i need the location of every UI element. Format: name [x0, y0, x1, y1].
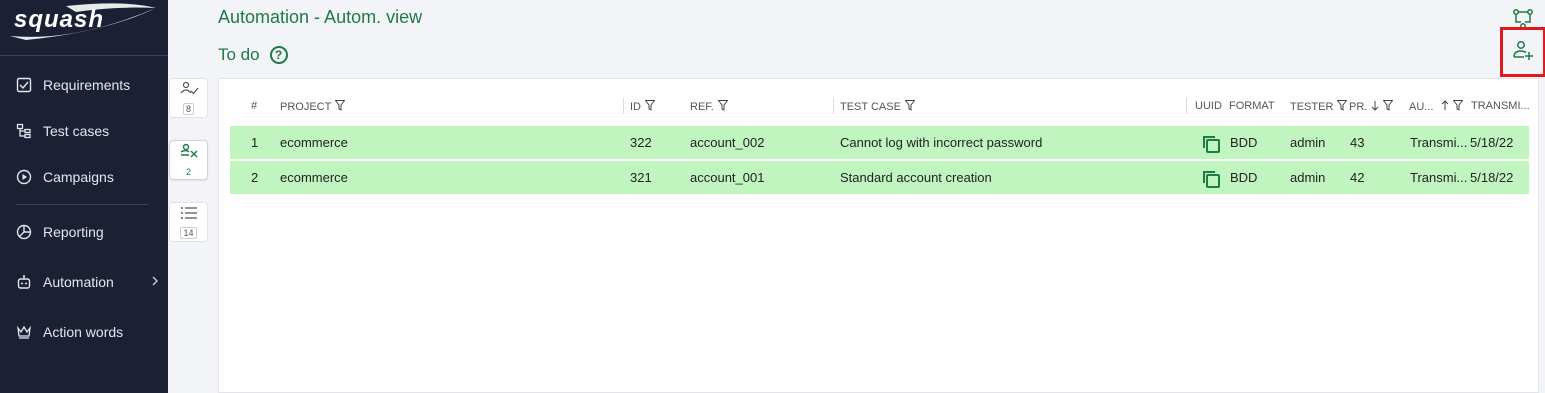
- list-icon: [180, 205, 198, 226]
- help-glyph: ?: [274, 48, 283, 62]
- header-label: PROJECT: [280, 101, 332, 113]
- sidebar-item-requirements[interactable]: Requirements: [0, 68, 168, 102]
- chevron-right-icon: [150, 274, 160, 291]
- tab-assigned-to-me[interactable]: 8: [169, 78, 208, 118]
- section-title: To do ?: [218, 45, 288, 65]
- cell-status: Transmi...: [1410, 135, 1468, 150]
- header-uuid[interactable]: UUID: [1195, 100, 1222, 112]
- column-divider[interactable]: [833, 98, 834, 114]
- play-circle-icon: [15, 168, 33, 186]
- filter-icon[interactable]: [644, 100, 656, 114]
- column-divider[interactable]: [623, 98, 624, 114]
- sidebar-item-automation[interactable]: Automation: [0, 265, 168, 299]
- sort-up-icon[interactable]: [1441, 100, 1449, 114]
- filter-icon[interactable]: [1382, 100, 1394, 114]
- header-format[interactable]: FORMAT: [1229, 100, 1275, 112]
- sidebar-item-label: Action words: [43, 324, 124, 340]
- header-label: REF.: [690, 101, 714, 113]
- sidebar-divider: [0, 55, 168, 56]
- cell-status: Transmi...: [1410, 170, 1468, 185]
- cell-date: 5/18/22: [1470, 135, 1514, 150]
- column-divider[interactable]: [1186, 98, 1187, 114]
- header-label: AU...: [1409, 101, 1434, 113]
- user-plus-icon: [1512, 39, 1534, 66]
- sidebar-item-label: Requirements: [43, 77, 131, 93]
- cell-ref: account_002: [690, 135, 765, 150]
- sidebar-item-reporting[interactable]: Reporting: [0, 215, 168, 249]
- header-priority[interactable]: PR.: [1349, 100, 1394, 114]
- header-num: #: [251, 100, 258, 112]
- cell-tester: admin: [1290, 170, 1326, 185]
- sidebar-divider: [16, 204, 148, 205]
- page-title: Automation - Autom. view: [218, 7, 423, 27]
- tab-count: 8: [182, 103, 194, 115]
- cell-priority: 42: [1350, 170, 1365, 185]
- table-row[interactable]: 2 ecommerce 321 account_001 Standard acc…: [230, 161, 1529, 194]
- filter-icon[interactable]: [334, 100, 346, 114]
- tab-global-view[interactable]: 14: [169, 202, 208, 242]
- cell-project: ecommerce: [280, 135, 348, 150]
- copy-icon[interactable]: [1201, 133, 1221, 153]
- header-project[interactable]: PROJECT: [280, 100, 346, 114]
- header-label: ID: [630, 101, 641, 113]
- cell-tester: admin: [1290, 135, 1326, 150]
- logo[interactable]: squash: [6, 2, 158, 42]
- logo-text: squash: [14, 6, 105, 33]
- cell-test-case: Standard account creation: [840, 170, 992, 185]
- sidebar-item-label: Reporting: [43, 224, 104, 240]
- sidebar-item-campaigns[interactable]: Campaigns: [0, 160, 168, 194]
- user-check-icon: [179, 81, 199, 102]
- header-test-case[interactable]: TEST CASE: [840, 100, 916, 114]
- filter-icon[interactable]: [1452, 100, 1464, 114]
- sidebar-item-test-cases[interactable]: Test cases: [0, 114, 168, 148]
- sidebar-item-label: Automation: [43, 274, 114, 290]
- header-transmitted[interactable]: TRANSMI...: [1471, 100, 1531, 112]
- cell-id: 321: [630, 170, 652, 185]
- header-ref[interactable]: REF.: [690, 100, 729, 114]
- table-row[interactable]: 1 ecommerce 322 account_002 Cannot log w…: [230, 126, 1529, 159]
- filter-icon[interactable]: [1336, 100, 1348, 114]
- cell-id: 322: [630, 135, 652, 150]
- question-circle-icon[interactable]: ?: [269, 46, 288, 64]
- copy-icon[interactable]: [1201, 168, 1221, 188]
- cell-test-case: Cannot log with incorrect password: [840, 135, 1043, 150]
- pie-chart-icon: [15, 223, 33, 241]
- sort-down-icon[interactable]: [1371, 100, 1379, 114]
- cell-ref: account_001: [690, 170, 765, 185]
- filter-icon[interactable]: [904, 100, 916, 114]
- assign-to-me-button[interactable]: [1500, 27, 1545, 77]
- cell-date: 5/18/22: [1470, 170, 1514, 185]
- cell-priority: 43: [1350, 135, 1365, 150]
- tab-count: 2: [185, 167, 191, 177]
- sidebar-item-label: Test cases: [43, 123, 110, 139]
- crown-icon: [15, 323, 33, 341]
- cell-format: BDD: [1230, 135, 1258, 150]
- cell-project: ecommerce: [280, 170, 348, 185]
- checkbox-icon: [15, 76, 33, 94]
- robot-icon: [15, 273, 33, 291]
- user-x-icon: [179, 143, 199, 166]
- header-tester[interactable]: TESTER: [1290, 100, 1348, 114]
- test-case-table: # PROJECT ID REF. TEST CASE UUID FORMAT …: [218, 78, 1539, 393]
- header-label: TEST CASE: [840, 101, 901, 113]
- filter-icon[interactable]: [717, 100, 729, 114]
- sidebar-item-action-words[interactable]: Action words: [0, 315, 168, 349]
- cell-num: 2: [251, 170, 259, 185]
- header-label: PR.: [1349, 101, 1368, 113]
- header-label: TESTER: [1290, 101, 1334, 113]
- header-id[interactable]: ID: [630, 100, 656, 114]
- tab-to-do[interactable]: 2: [169, 140, 208, 180]
- cell-num: 1: [251, 135, 259, 150]
- cell-format: BDD: [1230, 170, 1258, 185]
- sidebar-item-label: Campaigns: [43, 169, 114, 185]
- sidebar: squash Requirements Test cases Campaigns…: [0, 0, 168, 393]
- section-title-text: To do: [218, 45, 260, 64]
- tree-icon: [15, 122, 33, 140]
- tab-count: 14: [180, 227, 197, 239]
- header-automation[interactable]: AU...: [1409, 100, 1464, 114]
